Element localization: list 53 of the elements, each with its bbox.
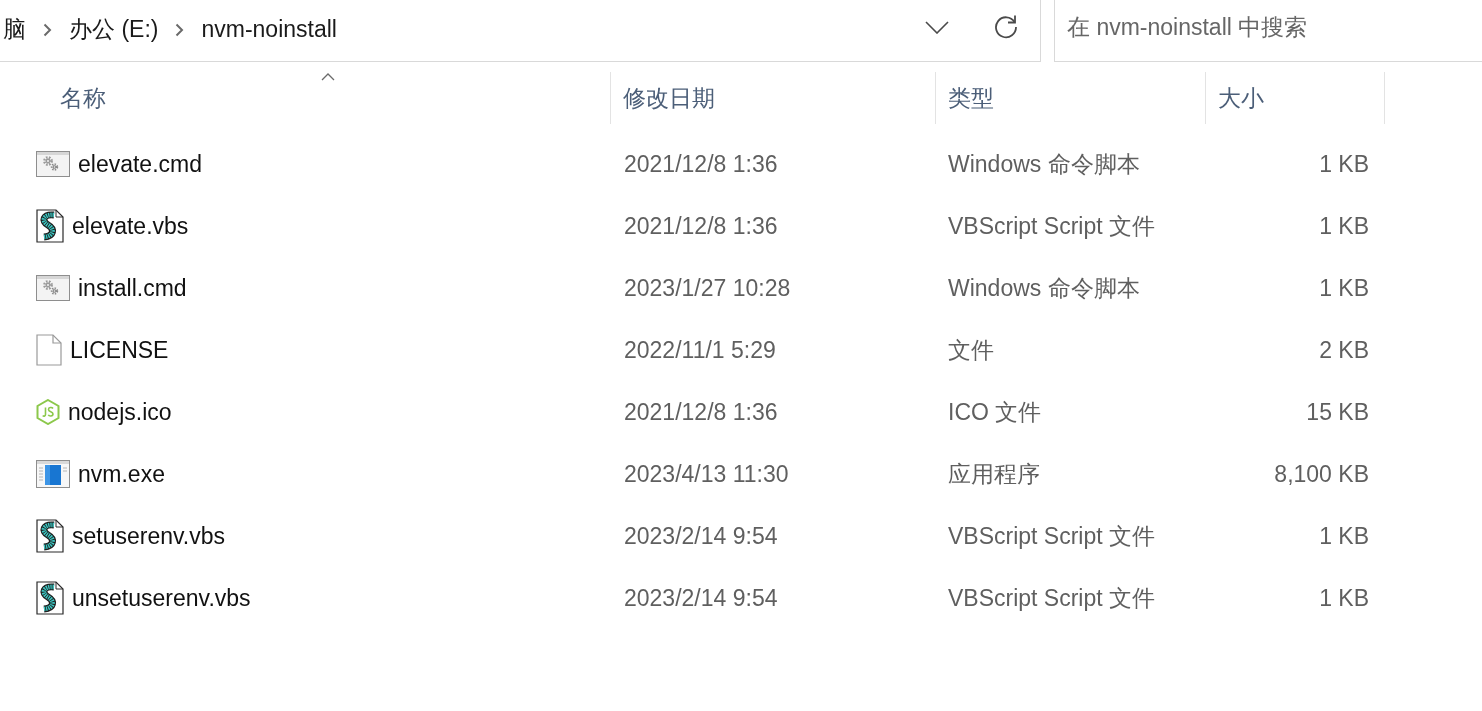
file-size: 15 KB xyxy=(1305,398,1370,426)
file-type: VBScript Script 文件 xyxy=(947,583,1157,613)
file-type: 文件 xyxy=(947,335,995,365)
modified-date: 2021/12/8 1:36 xyxy=(623,398,779,426)
file-type: Windows 命令脚本 xyxy=(947,273,1141,303)
modified-date: 2023/2/14 9:54 xyxy=(623,584,779,612)
file-name[interactable]: nvm.exe xyxy=(78,460,165,488)
breadcrumb-item[interactable]: nvm-noinstall xyxy=(193,13,345,48)
file-size: 1 KB xyxy=(1318,584,1370,612)
file-size: 1 KB xyxy=(1318,150,1370,178)
file-type: VBScript Script 文件 xyxy=(947,521,1157,551)
modified-date: 2023/1/27 10:28 xyxy=(623,274,792,302)
file-name[interactable]: elevate.vbs xyxy=(72,212,189,240)
file-name[interactable]: nodejs.ico xyxy=(68,398,172,426)
chevron-down-icon[interactable] xyxy=(925,21,949,34)
scroll-page-icon xyxy=(36,209,64,243)
file-type: 应用程序 xyxy=(947,459,1041,489)
file-size: 8,100 KB xyxy=(1273,460,1370,488)
scroll-page-icon xyxy=(36,581,64,615)
file-name[interactable]: setuserenv.vbs xyxy=(72,522,225,550)
column-header[interactable]: 类型 xyxy=(936,72,1206,124)
gears-window-icon xyxy=(36,275,70,301)
hexagon-icon xyxy=(36,399,60,425)
file-size: 2 KB xyxy=(1318,336,1370,364)
file-size: 1 KB xyxy=(1318,522,1370,550)
chevron-right-icon[interactable] xyxy=(175,22,185,37)
column-header[interactable]: 名称 xyxy=(36,72,611,124)
breadcrumb-item[interactable]: 办公 (E:) xyxy=(61,13,167,48)
blank-page-icon xyxy=(36,334,62,366)
file-name[interactable]: LICENSE xyxy=(70,336,169,364)
address-bar[interactable]: 脑 办公 (E:) nvm-noinstall xyxy=(0,0,1041,62)
gears-window-icon xyxy=(36,151,70,177)
modified-date: 2021/12/8 1:36 xyxy=(623,150,779,178)
file-size: 1 KB xyxy=(1318,274,1370,302)
scroll-page-icon xyxy=(36,519,64,553)
file-size: 1 KB xyxy=(1318,212,1370,240)
modified-date: 2023/2/14 9:54 xyxy=(623,522,779,550)
file-type: Windows 命令脚本 xyxy=(947,149,1141,179)
search-field[interactable]: 在 nvm-noinstall 中搜索 xyxy=(1054,0,1482,62)
modified-date: 2023/4/13 11:30 xyxy=(623,460,790,488)
chevron-right-icon[interactable] xyxy=(43,22,52,37)
sort-caret-icon xyxy=(321,73,335,81)
column-header[interactable]: 大小 xyxy=(1206,72,1385,124)
file-name[interactable]: install.cmd xyxy=(78,274,187,302)
file-type: ICO 文件 xyxy=(947,397,1043,427)
column-header[interactable]: 修改日期 xyxy=(611,72,936,124)
file-type: VBScript Script 文件 xyxy=(947,211,1157,241)
file-name[interactable]: unsetuserenv.vbs xyxy=(72,584,251,612)
modified-date: 2021/12/8 1:36 xyxy=(623,212,779,240)
modified-date: 2022/11/1 5:29 xyxy=(623,336,777,364)
file-name[interactable]: elevate.cmd xyxy=(78,150,202,178)
window-icon xyxy=(36,460,70,488)
breadcrumb-item[interactable]: 脑 xyxy=(3,13,34,48)
